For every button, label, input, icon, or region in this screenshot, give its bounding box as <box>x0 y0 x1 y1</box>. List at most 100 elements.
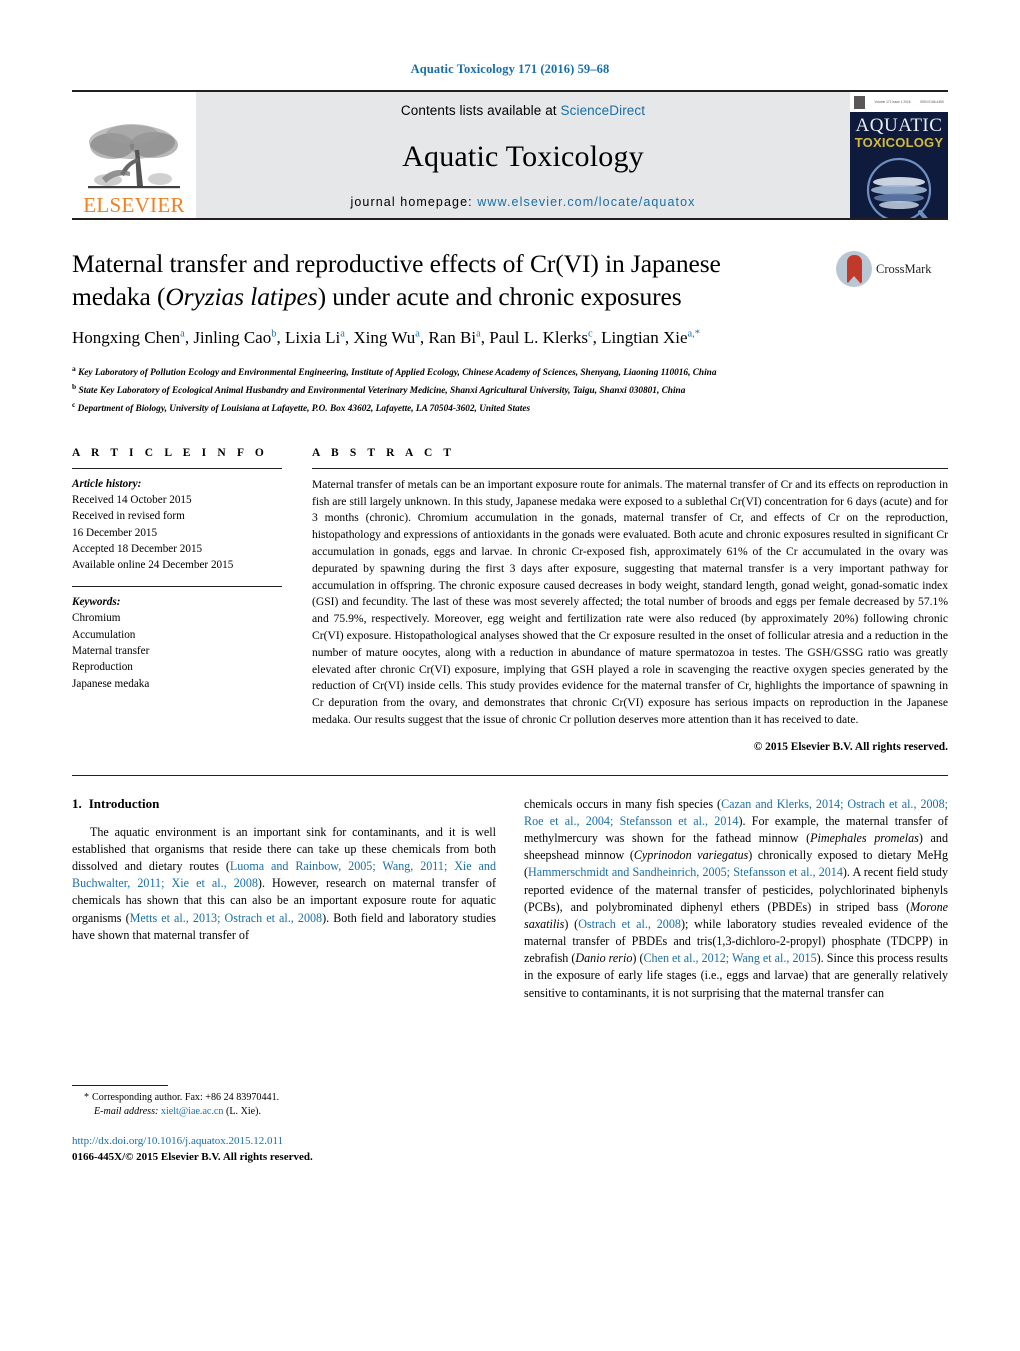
crossmark-label: CrossMark <box>876 261 932 276</box>
body-left-column: 1. Introduction The aquatic environment i… <box>72 796 496 1166</box>
elsevier-logo: ELSEVIER <box>72 92 196 218</box>
footnote-star: * <box>84 1091 90 1103</box>
author-name: Ran Bi <box>428 328 477 348</box>
title-line-2-pre: medaka ( <box>72 282 166 312</box>
affiliation-text: Key Laboratory of Pollution Ecology and … <box>78 368 717 379</box>
affiliation-text: Department of Biology, University of Lou… <box>77 404 531 414</box>
journal-homepage-link[interactable]: www.elsevier.com/locate/aquatox <box>477 195 695 209</box>
author-item: Hongxing Chena <box>72 328 185 347</box>
author-name: Jinling Cao <box>193 328 272 348</box>
crossmark-badge[interactable]: CrossMark <box>836 251 948 287</box>
author-name: Xing Wu <box>353 328 416 348</box>
doi-link[interactable]: http://dx.doi.org/10.1016/j.aquatox.2015… <box>72 1134 496 1150</box>
intro-right-text-1: chemicals occurs in many fish species ( <box>524 796 722 811</box>
doi-block: http://dx.doi.org/10.1016/j.aquatox.2015… <box>72 1134 496 1166</box>
cover-elsevier-mark-icon <box>854 95 865 109</box>
citation-link[interactable]: Chen et al., 2012; Wang et al., 2015 <box>643 951 816 965</box>
footnote-rule <box>72 1084 168 1086</box>
history-item: Accepted 18 December 2015 <box>72 543 203 556</box>
title-block: CrossMark Maternal transfer and reproduc… <box>72 247 948 417</box>
corresponding-author-note: * Corresponding author. Fax: +86 24 83970… <box>72 1091 496 1106</box>
cover-title-line1: AQUATIC <box>855 115 943 136</box>
author-affil-marker[interactable]: a,* <box>688 329 701 340</box>
author-name: Lixia Li <box>284 328 341 348</box>
masthead-center: Contents lists available at ScienceDirec… <box>196 92 850 218</box>
body-divider-rule <box>72 774 948 776</box>
contents-prefix: Contents lists available at <box>400 103 561 118</box>
homepage-prefix: journal homepage: <box>350 195 478 209</box>
article-info-column: A R T I C L E I N F O Article history: R… <box>72 447 282 753</box>
journal-cover-thumbnail: Volume 171 Issue 1 2016 ISSN 0166-445X A… <box>850 92 948 218</box>
history-item: Available online 24 December 2015 <box>72 559 234 572</box>
affiliation-list: a Key Laboratory of Pollution Ecology an… <box>72 363 948 417</box>
keyword-item: Japanese medaka <box>72 677 150 690</box>
email-suffix: (L. Xie). <box>226 1106 262 1118</box>
body-columns: 1. Introduction The aquatic environment i… <box>72 796 948 1166</box>
intro-paragraph-left: The aquatic environment is an important … <box>72 824 496 944</box>
author-item: Ran Bia <box>428 328 480 347</box>
article-history-block: Article history: Received 14 October 201… <box>72 469 282 574</box>
author-name: Hongxing Chen <box>72 328 181 348</box>
species-name: Danio rerio <box>575 951 633 966</box>
keyword-item: Maternal transfer <box>72 644 150 657</box>
article-history-label: Article history: <box>72 477 142 490</box>
history-item: 16 December 2015 <box>72 526 158 539</box>
section-heading-introduction: 1. Introduction <box>72 796 496 812</box>
journal-homepage-line: journal homepage: www.elsevier.com/locat… <box>350 195 695 209</box>
journal-masthead: ELSEVIER Contents lists available at Sci… <box>72 90 948 220</box>
intro-right-text-6: ) ( <box>564 916 579 931</box>
running-head: Aquatic Toxicology 171 (2016) 59–68 <box>410 62 610 76</box>
author-name: Paul L. Klerks <box>489 328 588 348</box>
journal-title: Aquatic Toxicology <box>402 139 644 173</box>
title-species-name: Oryzias latipes <box>165 282 318 312</box>
affiliation-marker: c <box>72 399 76 409</box>
author-name: Lingtian Xie <box>601 328 688 348</box>
history-item: Received in revised form <box>72 510 185 523</box>
email-link[interactable]: xielt@iae.ac.cn <box>161 1106 224 1117</box>
affiliation-text: State Key Laboratory of Ecological Anima… <box>78 386 686 397</box>
species-name: Pimephales promelas <box>810 831 919 846</box>
intro-paragraph-right: chemicals occurs in many fish species ( C… <box>524 796 948 1002</box>
abstract-heading: A B S T R A C T <box>312 446 456 459</box>
elsevier-wordmark: ELSEVIER <box>83 193 185 217</box>
abstract-text: Maternal transfer of metals can be an im… <box>312 477 948 726</box>
cover-title-line2: TOXICOLOGY <box>854 135 944 150</box>
author-separator: , <box>592 328 602 348</box>
author-item: Paul L. Klerksc <box>489 328 592 347</box>
citation-link[interactable]: Ostrach et al., 2008 <box>578 917 681 931</box>
title-line-2-post: ) under acute and chronic exposures <box>317 282 682 312</box>
sciencedirect-link[interactable]: ScienceDirect <box>561 103 646 118</box>
author-item: Jinling Caob <box>193 328 276 347</box>
author-list: Hongxing Chena, Jinling Caob, Lixia Lia,… <box>72 327 948 350</box>
info-abstract-row: A R T I C L E I N F O Article history: R… <box>72 447 948 753</box>
section-title: Introduction <box>88 795 160 811</box>
keyword-item: Reproduction <box>72 661 133 674</box>
author-item: Lixia Lia <box>285 328 345 347</box>
article-info-heading: A R T I C L E I N F O <box>72 446 268 459</box>
email-label: E-mail address: <box>94 1106 159 1118</box>
author-item: Xing Wua <box>353 328 419 347</box>
affiliation-marker: a <box>72 364 76 374</box>
footnote-block: * Corresponding author. Fax: +86 24 83970… <box>72 1084 496 1166</box>
affiliation-item: b State Key Laboratory of Ecological Ani… <box>72 381 948 399</box>
crossmark-icon <box>836 251 872 287</box>
footnote-indent: * Corresponding author. Fax: +86 24 83970… <box>72 1092 279 1103</box>
author-separator: , <box>480 328 490 348</box>
keyword-item: Accumulation <box>72 628 136 641</box>
contents-list-line: Contents lists available at ScienceDirec… <box>401 103 645 118</box>
section-number: 1. <box>72 795 82 811</box>
keywords-label: Keywords: <box>72 595 121 608</box>
cover-tiny-right: ISSN 0166-445X <box>920 100 944 104</box>
cover-top-strip: Volume 171 Issue 1 2016 ISSN 0166-445X <box>850 92 948 112</box>
elsevier-tree-icon <box>88 124 180 189</box>
affiliation-item: a Key Laboratory of Pollution Ecology an… <box>72 363 948 381</box>
body-right-column: chemicals occurs in many fish species ( C… <box>524 796 948 1166</box>
citation-link[interactable]: Metts et al., 2013; Ostrach et al., 2008 <box>130 911 322 925</box>
affiliation-item: c Department of Biology, University of L… <box>72 399 948 417</box>
author-separator: , <box>276 328 285 348</box>
title-line-1: Maternal transfer and reproductive effec… <box>72 249 721 278</box>
citation-link[interactable]: Hammerschmidt and Sandheinrich, 2005; St… <box>528 865 843 879</box>
cover-tiny-left: Volume 171 Issue 1 2016 <box>874 100 911 104</box>
abstract-column: A B S T R A C T Maternal transfer of met… <box>312 447 948 753</box>
keyword-item: Chromium <box>72 612 121 625</box>
